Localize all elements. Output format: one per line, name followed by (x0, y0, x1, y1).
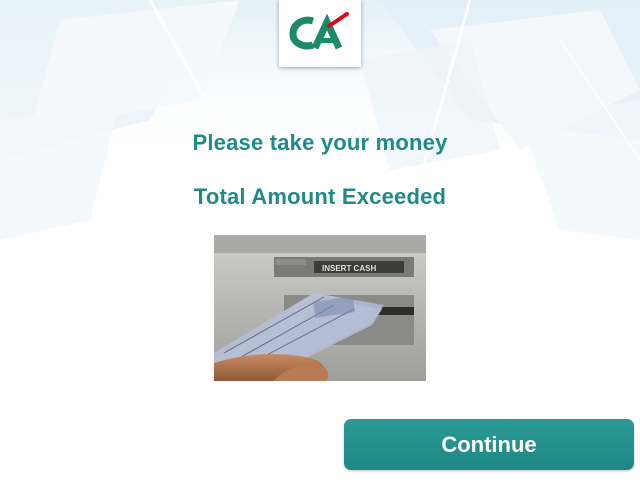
brand-logo-card (279, 0, 361, 67)
continue-button[interactable]: Continue (344, 419, 634, 470)
atm-screen: Please take your money Total Amount Exce… (0, 0, 640, 480)
insert-cash-label: INSERT CASH (322, 264, 376, 273)
atm-cash-slot-image: INSERT CASH (214, 235, 426, 381)
take-money-message: Please take your money (192, 130, 448, 155)
continue-button-label: Continue (441, 431, 537, 457)
cash-withdrawal-illustration: INSERT CASH (214, 235, 426, 381)
credit-agricole-logo-icon (289, 12, 349, 50)
amount-exceeded-message: Total Amount Exceeded (193, 184, 447, 209)
